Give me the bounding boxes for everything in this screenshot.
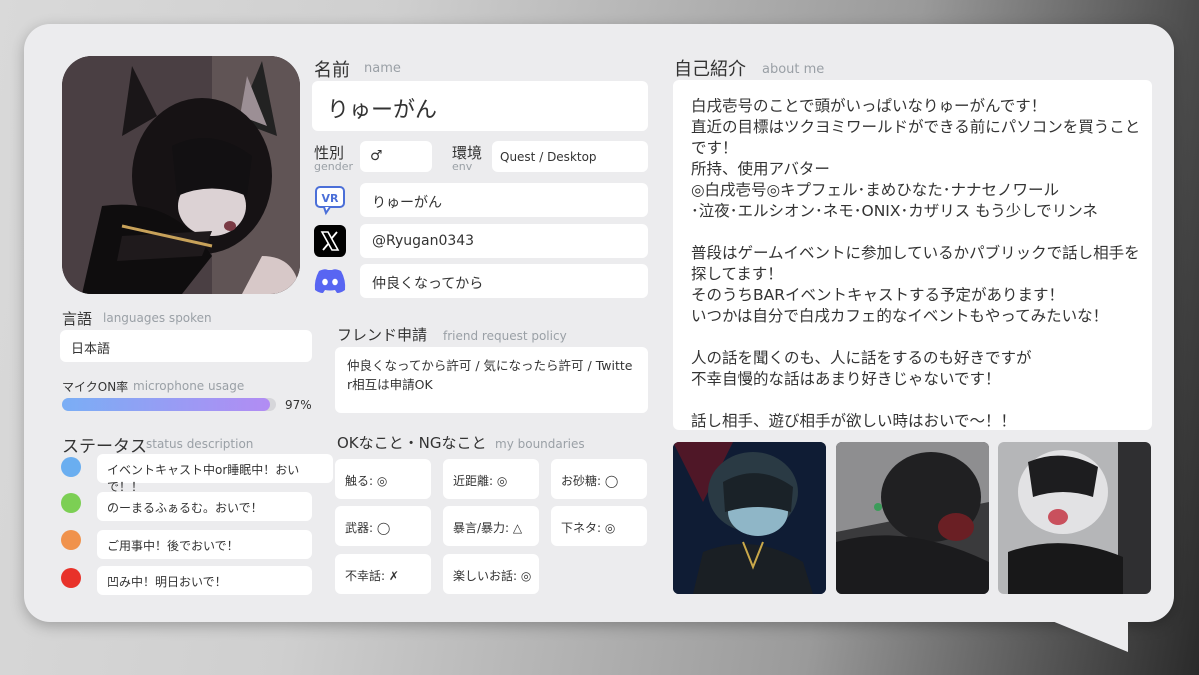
boundary-text: 武器: ◯ xyxy=(345,521,391,535)
status-text: のーまるふぁるむ。おいで！ xyxy=(107,501,263,515)
vrchat-field: りゅーがん xyxy=(360,183,648,217)
status-item: イベントキャスト中or睡眠中！おいで！！ xyxy=(97,454,333,494)
name-value: りゅーがん xyxy=(327,98,438,123)
boundary-item: 近距離: ◎ xyxy=(443,459,539,499)
x-value: @Ryugan0343 xyxy=(372,233,475,249)
gender-label-en: gender xyxy=(314,160,353,173)
status-item: のーまるふぁるむ。おいで！ xyxy=(97,492,312,521)
boundary-text: 楽しいお話: ◎ xyxy=(453,569,532,583)
boundary-text: 暴言/暴力: △ xyxy=(453,521,523,535)
about-text: 白戌壱号のことで頭がいっぱいなりゅーがんです！ 直近の目標はツクヨミワールドがで… xyxy=(673,80,1152,430)
discord-field: 仲良くなってから xyxy=(360,264,648,298)
friend-request-field: 仲良くなってから許可 / 気になったら許可 / Twitter相互は申請OK xyxy=(335,347,648,413)
boundary-item: 下ネタ: ◎ xyxy=(551,506,647,546)
boundary-item: 楽しいお話: ◎ xyxy=(443,554,539,594)
boundary-item: お砂糖: ◯ xyxy=(551,459,647,499)
discord-value: 仲良くなってから xyxy=(372,276,484,292)
status-dot-red xyxy=(61,568,81,588)
about-label-en: about me xyxy=(762,62,825,77)
vrchat-icon: VR xyxy=(313,183,347,217)
x-field: @Ryugan0343 xyxy=(360,224,648,258)
status-dot-orange xyxy=(61,530,81,550)
about-label: 自己紹介 xyxy=(674,59,746,80)
status-dot-green xyxy=(61,493,81,513)
x-logo-icon xyxy=(313,224,347,258)
mic-usage-bar xyxy=(62,398,276,411)
env-label-en: env xyxy=(452,160,473,173)
status-item: 凹み中！明日おいで！ xyxy=(97,566,312,595)
languages-value: 日本語 xyxy=(71,342,111,357)
gallery-photo xyxy=(673,442,826,594)
gallery-photo xyxy=(836,442,989,594)
languages-label: 言語 xyxy=(62,310,93,328)
status-text: ご用事中！後でおいで！ xyxy=(107,539,239,553)
gender-value: ♂ xyxy=(370,148,383,164)
boundary-text: 不幸話: ✗ xyxy=(345,569,399,583)
friend-request-label-en: friend request policy xyxy=(443,329,567,343)
name-label: 名前 xyxy=(314,60,350,81)
env-field: Quest / Desktop xyxy=(492,141,648,172)
status-text: 凹み中！明日おいで！ xyxy=(107,575,227,589)
mic-usage-fill xyxy=(62,398,270,411)
boundaries-label: OKなこと・NGなこと xyxy=(337,434,487,452)
boundary-text: 近距離: ◎ xyxy=(453,474,508,488)
boundary-item: 不幸話: ✗ xyxy=(335,554,431,594)
boundary-item: 触る: ◎ xyxy=(335,459,431,499)
languages-label-en: languages spoken xyxy=(103,311,212,325)
status-item: ご用事中！後でおいで！ xyxy=(97,530,312,559)
mic-label: マイクON率 xyxy=(62,380,129,394)
friend-request-value: 仲良くなってから許可 / 気になったら許可 / Twitter相互は申請OK xyxy=(347,358,633,392)
boundary-text: 触る: ◎ xyxy=(345,474,388,488)
boundary-item: 武器: ◯ xyxy=(335,506,431,546)
vrchat-value: りゅーがん xyxy=(372,195,442,211)
boundary-text: 下ネタ: ◎ xyxy=(561,521,616,535)
friend-request-label: フレンド申請 xyxy=(337,326,428,344)
svg-text:VR: VR xyxy=(322,192,340,205)
languages-field: 日本語 xyxy=(60,330,312,362)
mic-percent: 97% xyxy=(285,398,312,412)
gender-field: ♂ xyxy=(360,141,432,172)
status-label-en: status description xyxy=(146,437,254,451)
discord-icon xyxy=(313,264,347,298)
mic-label-en: microphone usage xyxy=(133,379,245,393)
name-field: りゅーがん xyxy=(312,81,648,131)
boundaries-label-en: my boundaries xyxy=(495,437,585,451)
boundary-text: お砂糖: ◯ xyxy=(561,474,619,488)
avatar xyxy=(62,56,300,294)
status-dot-blue xyxy=(61,457,81,477)
env-value: Quest / Desktop xyxy=(500,150,597,164)
gallery-photo xyxy=(998,442,1151,594)
boundary-item: 暴言/暴力: △ xyxy=(443,506,539,546)
name-label-en: name xyxy=(364,61,401,76)
status-text: イベントキャスト中or睡眠中！おいで！！ xyxy=(107,463,300,494)
